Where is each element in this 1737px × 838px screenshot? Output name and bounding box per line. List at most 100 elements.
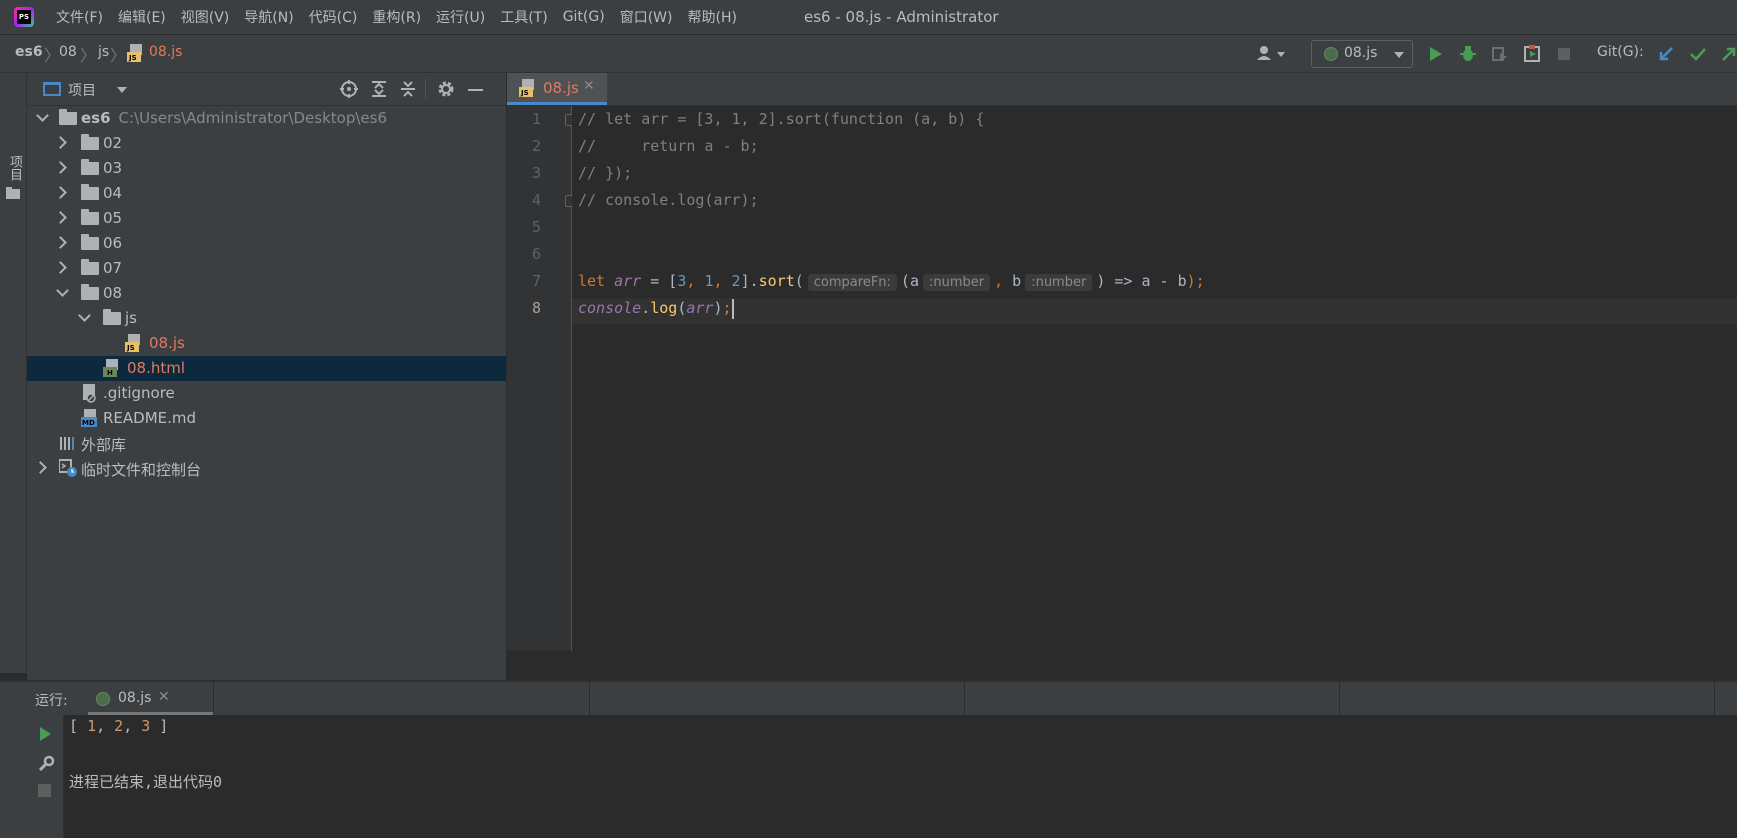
file-label: 08.html <box>127 359 186 377</box>
profile-icon[interactable] <box>1523 45 1541 63</box>
run-icon[interactable] <box>1426 45 1444 63</box>
debug-icon[interactable] <box>1459 45 1477 63</box>
menu-refactor[interactable]: 重构(R) <box>372 7 421 27</box>
close-icon[interactable]: ✕ <box>158 689 170 705</box>
user-icon[interactable] <box>1256 45 1288 67</box>
project-tool-window-button[interactable]: 项目 <box>5 155 24 181</box>
tab-label: 08.js <box>543 79 579 97</box>
stop-icon[interactable] <box>1555 45 1573 63</box>
project-view-label[interactable]: 项目 <box>68 80 96 100</box>
tree-row-file-08js[interactable]: JS 08.js <box>27 331 506 356</box>
breadcrumb-08js[interactable]: 08.js <box>149 44 182 60</box>
menu-tools[interactable]: 工具(T) <box>500 7 547 27</box>
console-output-array: [ 1, 2, 3 ] <box>69 717 168 735</box>
menu-code[interactable]: 代码(C) <box>309 7 358 27</box>
punct: [ <box>69 717 88 735</box>
tree-row-folder-08[interactable]: 08 <box>27 281 506 306</box>
code-line-8: console.log(arr); <box>578 295 734 322</box>
run-tab-08js[interactable]: 08.js ✕ <box>88 682 213 715</box>
expand-all-icon[interactable] <box>370 80 388 102</box>
punct: , <box>713 272 732 290</box>
coverage-icon[interactable] <box>1491 45 1509 63</box>
menu-view[interactable]: 视图(V) <box>181 7 230 27</box>
menu-file[interactable]: 文件(F) <box>56 7 103 27</box>
tree-row-folder-06[interactable]: 06 <box>27 231 506 256</box>
editor-tab-08js[interactable]: JS 08.js ✕ <box>507 73 607 105</box>
type-hint: :number <box>1025 274 1093 291</box>
parameter: b <box>1003 272 1022 290</box>
folder-label: 04 <box>103 184 123 202</box>
chevron-right-icon[interactable] <box>54 161 67 174</box>
code-lines: // let arr = [3, 1, 2].sort(function (a,… <box>572 106 1737 651</box>
close-icon[interactable]: ✕ <box>583 78 595 94</box>
collapse-all-icon[interactable] <box>399 80 417 102</box>
stop-icon[interactable] <box>38 784 51 797</box>
menu-navigate[interactable]: 导航(N) <box>244 7 293 27</box>
menu-edit[interactable]: 编辑(E) <box>118 7 166 27</box>
tree-row-folder-05[interactable]: 05 <box>27 206 506 231</box>
tree-row-file-08html[interactable]: H 08.html <box>27 356 506 381</box>
menu-window[interactable]: 窗口(W) <box>620 7 673 27</box>
menu-help[interactable]: 帮助(H) <box>687 7 736 27</box>
tree-row-folder-js[interactable]: js <box>27 306 506 331</box>
wrench-icon[interactable] <box>37 755 55 777</box>
folder-label: js <box>125 309 137 327</box>
gear-icon[interactable] <box>437 80 455 102</box>
folder-label: 05 <box>103 209 123 227</box>
run-side-toolbar <box>0 715 64 838</box>
chevron-right-icon[interactable] <box>54 261 67 274</box>
svg-text:JS: JS <box>126 344 135 352</box>
tree-row-folder-07[interactable]: 07 <box>27 256 506 281</box>
menu-run[interactable]: 运行(U) <box>436 7 485 27</box>
toolbar-divider <box>425 79 426 99</box>
locate-icon[interactable] <box>340 80 358 102</box>
js-file-icon: JS <box>127 44 143 63</box>
tree-row-root[interactable]: es6 C:\Users\Administrator\Desktop\es6 <box>27 106 506 131</box>
console-output[interactable]: [ 1, 2, 3 ] 进程已结束,退出代码0 <box>64 715 1737 838</box>
function-name: log <box>650 299 678 317</box>
tree-row-file-gitignore[interactable]: .gitignore <box>27 381 506 406</box>
git-push-icon[interactable] <box>1720 45 1737 63</box>
chevron-down-icon[interactable] <box>117 87 127 93</box>
window-title: es6 - 08.js - Administrator <box>804 8 999 26</box>
chevron-right-icon[interactable] <box>54 211 67 224</box>
folder-label: 08 <box>103 284 123 302</box>
tree-row-folder-04[interactable]: 04 <box>27 181 506 206</box>
markdown-file-icon: MD <box>81 409 97 428</box>
chevron-down-icon[interactable] <box>78 309 91 322</box>
menu-git[interactable]: Git(G) <box>563 9 605 25</box>
folder-icon <box>81 209 99 225</box>
line-number: 6 <box>531 245 541 263</box>
editor-gutter: 1 2 3 4 5 6 7 8 <box>507 106 572 651</box>
git-update-icon[interactable] <box>1657 45 1675 63</box>
breadcrumb-es6[interactable]: es6 <box>15 44 43 60</box>
tree-row-external-libraries[interactable]: 外部库 <box>27 431 506 456</box>
chevron-right-icon[interactable] <box>54 236 67 249</box>
tree-row-folder-03[interactable]: 03 <box>27 156 506 181</box>
tree-row-folder-02[interactable]: 02 <box>27 131 506 156</box>
git-label: Git(G): <box>1597 44 1644 60</box>
tree-row-file-readme[interactable]: MD README.md <box>27 406 506 431</box>
minimize-icon[interactable] <box>468 89 483 91</box>
chevron-right-icon[interactable] <box>34 461 47 474</box>
punct: ; <box>722 299 732 317</box>
chevron-right-icon[interactable] <box>54 136 67 149</box>
git-commit-icon[interactable] <box>1689 45 1707 63</box>
run-configuration-label: 08.js <box>1344 45 1378 61</box>
punct: ]. <box>740 272 759 290</box>
html-file-icon: H <box>103 359 119 378</box>
operator: = [ <box>641 272 678 290</box>
chevron-right-icon[interactable] <box>54 186 67 199</box>
breadcrumb-js[interactable]: js <box>98 44 109 60</box>
breadcrumb-separator: 〉 <box>80 46 97 65</box>
chevron-down-icon[interactable] <box>56 284 69 297</box>
code-line-4: // console.log(arr); <box>578 191 759 209</box>
type-hint: :number <box>922 274 991 291</box>
tree-row-scratches[interactable]: 临时文件和控制台 <box>27 456 506 481</box>
line-number: 2 <box>531 137 541 155</box>
rerun-icon[interactable] <box>37 726 53 746</box>
breadcrumb-08[interactable]: 08 <box>59 44 77 60</box>
chevron-down-icon[interactable] <box>36 109 49 122</box>
divider <box>1714 682 1715 715</box>
run-configuration-select[interactable]: 08.js <box>1311 40 1413 68</box>
